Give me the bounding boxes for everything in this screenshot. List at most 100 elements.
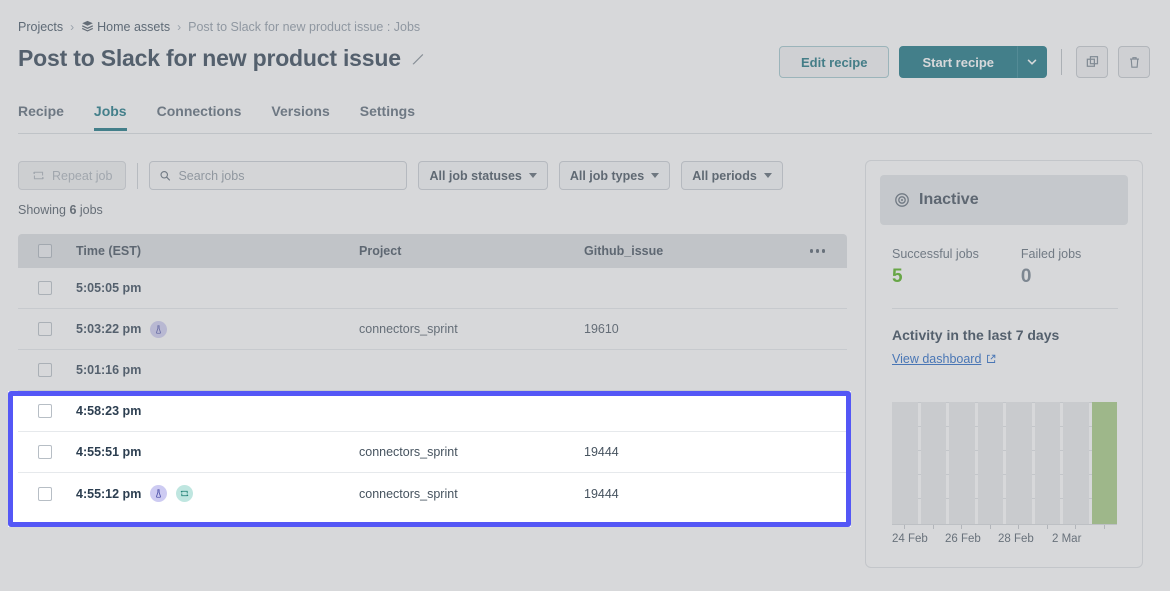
filter-job-types[interactable]: All job types	[559, 161, 670, 190]
tab-settings[interactable]: Settings	[360, 103, 415, 131]
row-time: 5:05:05 pm	[76, 281, 141, 295]
chart-column	[978, 402, 1004, 524]
table-row[interactable]: 4:55:51 pm connectors_sprint 19444	[18, 432, 847, 473]
status-badge: Inactive	[919, 191, 979, 209]
tab-versions[interactable]: Versions	[271, 103, 329, 131]
flask-icon	[154, 325, 163, 334]
search-input[interactable]	[178, 169, 397, 183]
row-checkbox[interactable]	[38, 445, 52, 459]
row-time-cell: 4:55:12 pm	[76, 485, 359, 502]
filter-job-types-label: All job types	[570, 169, 644, 183]
repeat-icon	[180, 489, 189, 498]
chart-x-label: 24 Feb	[892, 533, 928, 545]
column-header-project[interactable]: Project	[359, 244, 584, 258]
filter-job-statuses-label: All job statuses	[429, 169, 521, 183]
breadcrumb-item-home-assets[interactable]: Home assets	[81, 20, 170, 34]
column-header-time[interactable]: Time (EST)	[76, 244, 359, 258]
start-recipe-button[interactable]: Start recipe	[899, 46, 1017, 78]
tab-bar: Recipe Jobs Connections Versions Setting…	[18, 103, 415, 131]
successful-jobs-label: Successful jobs	[892, 247, 979, 261]
breadcrumb-item-projects[interactable]: Projects	[18, 20, 63, 34]
chart-columns	[892, 402, 1117, 524]
row-checkbox[interactable]	[38, 281, 52, 295]
row-project-cell: connectors_sprint	[359, 322, 584, 336]
chart-column	[921, 402, 947, 524]
external-link-icon	[986, 354, 996, 364]
showing-count: Showing 6 jobs	[18, 203, 103, 217]
filter-job-statuses[interactable]: All job statuses	[418, 161, 547, 190]
table-row[interactable]: 4:55:12 pm connectors_sprint 19444	[18, 473, 847, 514]
table-row[interactable]: 5:03:22 pm connectors_sprint 19610	[18, 309, 847, 350]
row-time-cell: 4:55:51 pm	[76, 445, 359, 459]
row-checkbox[interactable]	[38, 404, 52, 418]
column-options-cell	[784, 249, 847, 253]
delete-recipe-button[interactable]	[1118, 46, 1150, 78]
row-time: 5:01:16 pm	[76, 363, 141, 377]
chart-column	[892, 402, 918, 524]
row-project-cell: connectors_sprint	[359, 487, 584, 501]
filter-periods[interactable]: All periods	[681, 161, 783, 190]
row-checkbox[interactable]	[38, 363, 52, 377]
tab-recipe[interactable]: Recipe	[18, 103, 64, 131]
chart-column	[1063, 402, 1089, 524]
failed-jobs-stat: Failed jobs 0	[1021, 247, 1081, 288]
row-time-cell: 5:05:05 pm	[76, 281, 359, 295]
table-header-row: Time (EST) Project Github_issue	[18, 234, 847, 268]
search-jobs-box[interactable]	[149, 161, 407, 190]
row-github-issue-cell: 19444	[584, 445, 784, 459]
page-title-text: Post to Slack for new product issue	[18, 45, 401, 72]
breadcrumb-item-current: Post to Slack for new product issue : Jo…	[188, 20, 420, 34]
breadcrumb-separator-2: ›	[177, 20, 181, 34]
row-select-cell	[18, 487, 76, 501]
pencil-icon[interactable]	[411, 51, 426, 66]
flask-icon	[154, 489, 163, 498]
layers-icon	[81, 20, 94, 33]
ellipsis-icon[interactable]	[810, 249, 826, 253]
activity-chart	[892, 402, 1117, 524]
row-time: 5:03:22 pm	[76, 322, 141, 336]
app-root: Projects › Home assets › Post to Slack f…	[0, 0, 1170, 591]
row-select-cell	[18, 404, 76, 418]
select-all-checkbox[interactable]	[38, 244, 52, 258]
activity-title: Activity in the last 7 days	[892, 327, 1142, 343]
panel-divider	[892, 308, 1118, 309]
toolbar-divider	[137, 163, 138, 189]
row-checkbox[interactable]	[38, 487, 52, 501]
tab-connections[interactable]: Connections	[157, 103, 242, 131]
row-checkbox[interactable]	[38, 322, 52, 336]
repeat-job-button[interactable]: Repeat job	[18, 161, 126, 190]
select-all-cell	[18, 244, 76, 258]
chart-x-label: 2 Mar	[1052, 533, 1081, 545]
table-row[interactable]: 5:01:16 pm	[18, 350, 847, 391]
row-select-cell	[18, 445, 76, 459]
table-row[interactable]: 4:58:23 pm	[18, 391, 847, 432]
edit-recipe-button[interactable]: Edit recipe	[779, 46, 889, 78]
chevron-down-icon	[651, 173, 659, 178]
dim-overlay-left	[0, 391, 8, 527]
tab-jobs[interactable]: Jobs	[94, 103, 127, 131]
copy-recipe-button[interactable]	[1076, 46, 1108, 78]
jobs-table: Time (EST) Project Github_issue 5:05:05 …	[18, 234, 847, 514]
view-dashboard-label: View dashboard	[892, 352, 981, 366]
row-time-cell: 4:58:23 pm	[76, 404, 359, 418]
row-time: 4:58:23 pm	[76, 404, 141, 418]
header-actions: Edit recipe Start recipe	[779, 46, 1150, 78]
failed-jobs-value: 0	[1021, 266, 1081, 288]
chart-column	[1092, 402, 1118, 524]
row-time: 4:55:12 pm	[76, 487, 141, 501]
column-header-github-issue[interactable]: Github_issue	[584, 244, 784, 258]
filter-periods-label: All periods	[692, 169, 757, 183]
successful-jobs-value: 5	[892, 266, 979, 288]
breadcrumb-label-home-assets: Home assets	[97, 20, 170, 34]
tab-divider	[18, 133, 1152, 134]
row-select-cell	[18, 322, 76, 336]
successful-jobs-stat: Successful jobs 5	[892, 247, 979, 288]
job-summary-panel: Inactive Successful jobs 5 Failed jobs 0…	[865, 160, 1143, 568]
start-recipe-dropdown-button[interactable]	[1017, 46, 1047, 78]
breadcrumb-separator: ›	[70, 20, 74, 34]
chart-column	[1006, 402, 1032, 524]
view-dashboard-link[interactable]: View dashboard	[892, 352, 996, 366]
table-row[interactable]: 5:05:05 pm	[18, 268, 847, 309]
chart-x-label: 26 Feb	[945, 533, 981, 545]
row-project-cell: connectors_sprint	[359, 445, 584, 459]
